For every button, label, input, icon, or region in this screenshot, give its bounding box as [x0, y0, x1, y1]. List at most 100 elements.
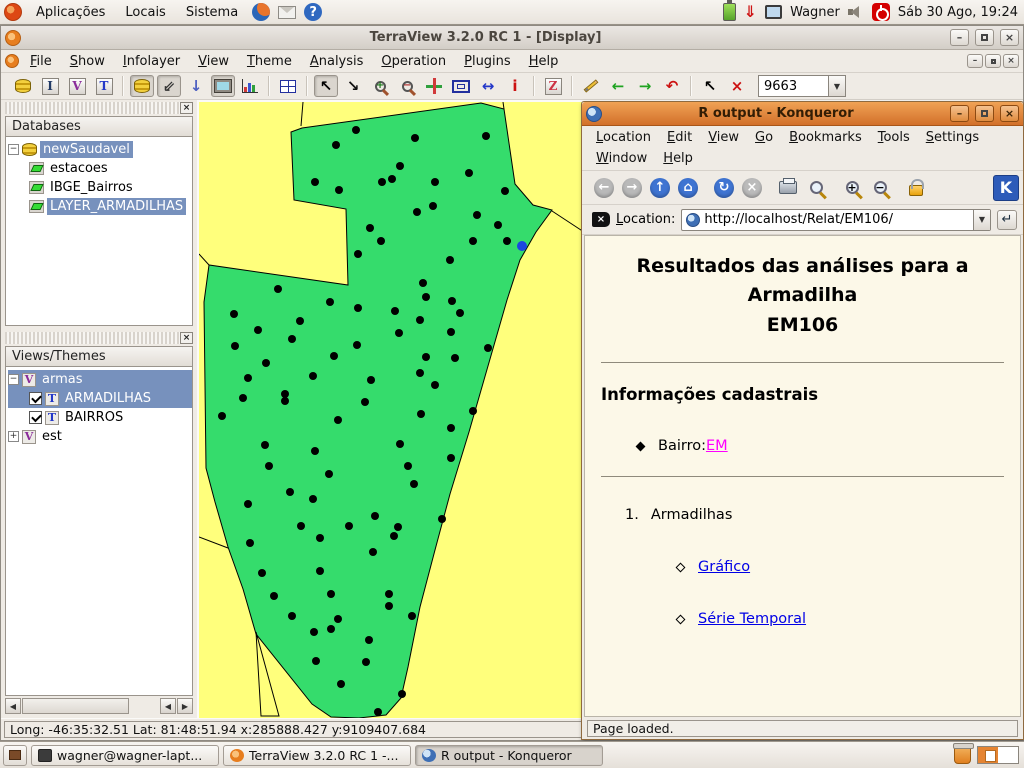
display-settings-icon[interactable] [765, 5, 782, 19]
trap-point[interactable] [281, 397, 289, 405]
selected-trap-point[interactable] [517, 241, 527, 251]
trap-point[interactable] [396, 162, 404, 170]
menu-theme[interactable]: Theme [238, 52, 301, 71]
tile-windows-icon[interactable] [276, 75, 300, 97]
menu-infolayer[interactable]: Infolayer [114, 52, 189, 71]
trap-point[interactable] [371, 512, 379, 520]
trap-point[interactable] [416, 369, 424, 377]
clock[interactable]: Sáb 30 Ago, 19:24 [898, 5, 1020, 20]
trap-point[interactable] [410, 480, 418, 488]
places-menu[interactable]: Locais [119, 3, 171, 22]
trap-point[interactable] [398, 690, 406, 698]
collapse-icon[interactable]: − [8, 374, 19, 385]
pan-icon[interactable] [422, 75, 446, 97]
trap-point[interactable] [395, 329, 403, 337]
page-link[interactable]: Gráfico [698, 559, 750, 575]
mdi-close-button[interactable]: × [1003, 54, 1019, 68]
trap-point[interactable] [431, 178, 439, 186]
maximize-button[interactable] [975, 105, 994, 122]
trap-point[interactable] [362, 658, 370, 666]
zoom-out-button[interactable]: − [868, 176, 892, 200]
trap-point[interactable] [451, 354, 459, 362]
trap-point[interactable] [309, 495, 317, 503]
trap-point[interactable] [262, 359, 270, 367]
trap-point[interactable] [218, 412, 226, 420]
trap-point[interactable] [288, 612, 296, 620]
trap-point[interactable] [296, 317, 304, 325]
trap-point[interactable] [311, 447, 319, 455]
databases-dock-close-icon[interactable]: × [180, 102, 193, 114]
layer-label[interactable]: estacoes [47, 160, 111, 177]
workspace-2[interactable] [998, 747, 1018, 763]
scrollbar-thumb[interactable] [22, 698, 129, 714]
menu-plugins[interactable]: Plugins [455, 52, 520, 71]
trap-point[interactable] [404, 462, 412, 470]
trap-point[interactable] [482, 132, 490, 140]
help-launcher-icon[interactable]: ? [304, 3, 322, 21]
home-button[interactable]: ⌂ [676, 176, 700, 200]
security-button[interactable] [904, 176, 928, 200]
trap-point[interactable] [297, 522, 305, 530]
trap-point[interactable] [316, 567, 324, 575]
graphic-pointer-icon[interactable]: ↖ [698, 75, 722, 97]
layer-label[interactable]: IBGE_Bairros [47, 179, 136, 196]
menu-operation[interactable]: Operation [372, 52, 455, 71]
back-button[interactable]: ← [592, 176, 616, 200]
menu-go[interactable]: Go [747, 127, 781, 148]
menu-analysis[interactable]: Analysis [301, 52, 373, 71]
trap-point[interactable] [352, 126, 360, 134]
layer-label[interactable]: LAYER_ARMADILHAS [47, 198, 186, 215]
scale-dropdown-icon[interactable]: ▼ [828, 76, 845, 96]
trap-point[interactable] [265, 462, 273, 470]
taskbar-button[interactable]: TerraView 3.2.0 RC 1 -... [223, 745, 411, 766]
trap-point[interactable] [312, 657, 320, 665]
collapse-icon[interactable]: − [8, 144, 19, 155]
workspace-1[interactable] [978, 747, 998, 763]
trap-point[interactable] [447, 328, 455, 336]
trap-point[interactable] [422, 293, 430, 301]
trap-point[interactable] [378, 178, 386, 186]
trap-point[interactable] [494, 221, 502, 229]
trap-point[interactable] [254, 326, 262, 334]
trap-point[interactable] [374, 708, 382, 716]
location-input[interactable]: http://localhost/Relat/EM106/ ▼ [681, 209, 991, 231]
trap-point[interactable] [448, 297, 456, 305]
trap-point[interactable] [369, 548, 377, 556]
trap-point[interactable] [353, 341, 361, 349]
view-node-label[interactable]: est [39, 428, 65, 445]
trap-point[interactable] [416, 316, 424, 324]
display-window-icon[interactable] [211, 75, 235, 97]
trap-point[interactable] [332, 141, 340, 149]
trap-point[interactable] [394, 523, 402, 531]
theme-label[interactable]: BAIRROS [62, 409, 126, 426]
location-value[interactable]: http://localhost/Relat/EM106/ [704, 212, 973, 227]
trap-point[interactable] [366, 224, 374, 232]
tree-row-layer[interactable]: estacoes [8, 159, 192, 178]
tree-row-theme[interactable]: TARMADILHAS [8, 389, 192, 408]
theme-icon[interactable]: T [92, 75, 116, 97]
trap-point[interactable] [288, 335, 296, 343]
firefox-launcher-icon[interactable] [252, 3, 270, 21]
trap-point[interactable] [286, 488, 294, 496]
terraview-titlebar[interactable]: TerraView 3.2.0 RC 1 - [Display] – × [1, 26, 1023, 50]
trap-point[interactable] [501, 187, 509, 195]
trap-point[interactable] [311, 178, 319, 186]
distance-icon[interactable]: ↔ [476, 75, 500, 97]
trap-point[interactable] [385, 590, 393, 598]
taskbar-button[interactable]: wagner@wagner-lapt... [31, 745, 219, 766]
trap-point[interactable] [365, 636, 373, 644]
volume-icon[interactable] [848, 5, 864, 19]
konqueror-titlebar[interactable]: R output - Konqueror – × [582, 102, 1023, 126]
location-dropdown-icon[interactable]: ▼ [973, 210, 990, 230]
edit-geometry-icon[interactable]: Z [541, 75, 565, 97]
minimize-button[interactable]: – [950, 29, 969, 46]
trap-point[interactable] [261, 441, 269, 449]
trap-point[interactable] [354, 304, 362, 312]
expand-icon[interactable]: + [8, 431, 19, 442]
theme-label[interactable]: ARMADILHAS [62, 390, 154, 407]
trap-point[interactable] [354, 250, 362, 258]
tree-row-layer[interactable]: IBGE_Bairros [8, 178, 192, 197]
previous-display-icon[interactable]: ← [606, 75, 630, 97]
trap-point[interactable] [377, 237, 385, 245]
import-data-icon[interactable] [130, 75, 154, 97]
